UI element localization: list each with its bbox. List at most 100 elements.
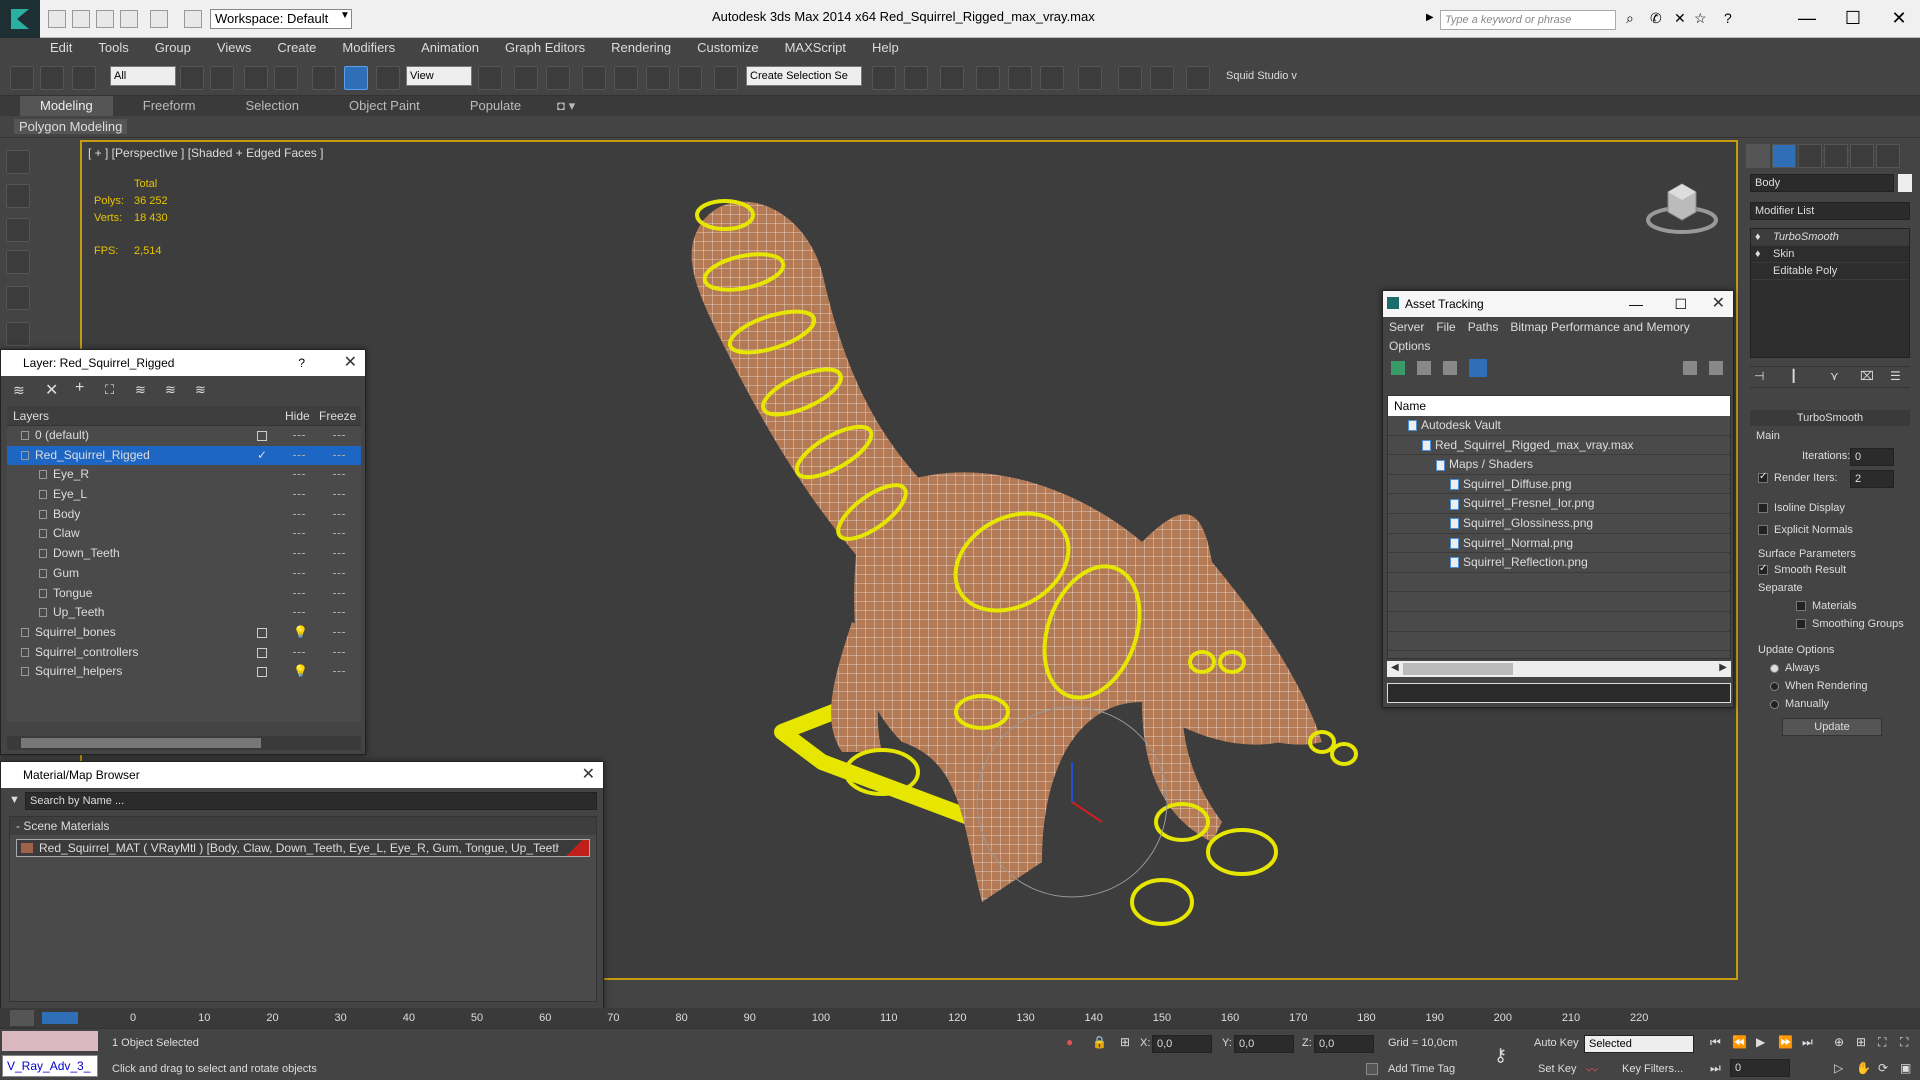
timeline-toggle-icon[interactable] (10, 1010, 34, 1026)
set-key-icon[interactable]: ⚷ (1494, 1045, 1507, 1066)
zoom-icon[interactable]: ⊕ (1834, 1035, 1844, 1049)
key-filters-button[interactable]: Key Filters... (1622, 1063, 1683, 1075)
move-icon[interactable] (312, 66, 336, 90)
utilities-tab-icon[interactable] (1876, 144, 1900, 168)
turbosmooth-rollout-header[interactable]: TurboSmooth (1750, 410, 1910, 426)
stack-item-skin[interactable]: ♦ Skin (1751, 246, 1909, 263)
thumbnail-view-icon[interactable] (1443, 361, 1457, 375)
absolute-mode-icon[interactable]: ⊞ (1120, 1035, 1130, 1049)
object-name-field[interactable]: Body (1750, 174, 1894, 192)
hide-toggle[interactable] (293, 612, 305, 614)
hide-toggle[interactable] (293, 533, 305, 535)
tab-object-paint[interactable]: Object Paint (329, 96, 440, 116)
material-item[interactable]: Red_Squirrel_MAT ( VRayMtl ) [Body, Claw… (16, 839, 590, 857)
scroll-thumb[interactable] (1403, 663, 1513, 675)
stack-item-editable-poly[interactable]: Editable Poly (1751, 263, 1909, 280)
bind-space-warp-icon[interactable] (72, 66, 96, 90)
menu-graph-editors[interactable]: Graph Editors (505, 38, 599, 58)
snaps-toggle-icon[interactable] (582, 66, 606, 90)
time-tag-icon[interactable] (1366, 1063, 1378, 1075)
key-mode-dropdown[interactable]: Selected (1584, 1035, 1694, 1053)
toggle-maximize-icon[interactable]: ▣ (1900, 1061, 1911, 1075)
maxscript-listener-icon[interactable] (2, 1031, 98, 1051)
set-key-button[interactable]: Set Key (1538, 1063, 1577, 1075)
menu-customize[interactable]: Customize (697, 38, 772, 58)
lock-selection-icon[interactable]: 🔒 (1092, 1035, 1107, 1049)
asset-settings-icon[interactable] (1709, 361, 1723, 375)
hierarchy-tab-icon[interactable] (1798, 144, 1822, 168)
hide-toggle[interactable] (293, 513, 305, 515)
freeze-toggle[interactable] (333, 631, 345, 633)
asset-menu-file[interactable]: File (1436, 317, 1455, 337)
maxscript-input[interactable]: V_Ray_Adv_3_ (2, 1055, 98, 1077)
always-radio[interactable] (1770, 663, 1779, 673)
tab-selection[interactable]: Selection (226, 96, 319, 116)
search-input[interactable]: Type a keyword or phrase (1440, 10, 1616, 30)
highlight-layer-icon[interactable]: ≋ (135, 382, 146, 398)
add-to-layer-icon[interactable]: + (75, 379, 84, 397)
spinner-snap-icon[interactable] (678, 66, 702, 90)
isolate-icon[interactable]: ● (1066, 1035, 1073, 1049)
materials-row[interactable]: Materials (1796, 600, 1857, 612)
current-layer-toggle[interactable] (257, 627, 267, 638)
close-icon[interactable]: ✕ (1876, 4, 1920, 32)
motion-tab-icon[interactable] (1824, 144, 1848, 168)
menu-rendering[interactable]: Rendering (611, 38, 685, 58)
select-object-icon[interactable] (180, 66, 204, 90)
time-slider[interactable] (42, 1012, 78, 1024)
render-iters-checkbox[interactable] (1758, 471, 1768, 484)
manually-row[interactable]: Manually (1770, 698, 1829, 710)
manually-radio[interactable] (1770, 699, 1779, 709)
display-tab-icon[interactable] (1850, 144, 1874, 168)
graphite-toggle-icon[interactable] (1008, 66, 1032, 90)
modifier-list-dropdown[interactable]: Modifier List (1750, 202, 1910, 220)
when-rendering-row[interactable]: When Rendering (1770, 680, 1868, 692)
update-button[interactable]: Update (1782, 718, 1882, 736)
layer-row[interactable]: Gum (7, 564, 361, 584)
window-crossing-icon[interactable] (274, 66, 298, 90)
materials-checkbox[interactable] (1796, 601, 1806, 612)
select-manipulate-icon[interactable] (514, 66, 538, 90)
project-folder-icon[interactable] (184, 10, 202, 28)
create-tab-icon[interactable] (1746, 144, 1770, 168)
current-layer-toggle[interactable] (257, 667, 267, 678)
hide-toggle[interactable] (293, 435, 305, 436)
help-button[interactable]: ? (298, 350, 305, 376)
column-name[interactable]: Name (1388, 396, 1730, 416)
save-file-icon[interactable] (96, 10, 114, 28)
asset-window-title[interactable]: Asset Tracking — ☐ ✕ (1383, 291, 1733, 317)
auto-key-button[interactable]: Auto Key (1534, 1037, 1579, 1049)
render-iters-spinner[interactable]: 2 (1850, 470, 1894, 488)
tab-modeling[interactable]: Modeling (20, 96, 113, 116)
smoothing-groups-row[interactable]: Smoothing Groups (1796, 618, 1904, 630)
smooth-result-row[interactable]: Smooth Result (1758, 563, 1846, 576)
asset-row[interactable]: Maps / Shaders (1388, 455, 1730, 475)
asset-row[interactable]: Squirrel_Normal.png (1388, 534, 1730, 554)
scroll-thumb[interactable] (21, 738, 261, 748)
reference-coordinate-dropdown[interactable]: View (406, 66, 472, 86)
layer-row[interactable]: Red_Squirrel_Rigged ✓ (7, 445, 361, 466)
layer-row[interactable]: Down_Teeth (7, 544, 361, 564)
selection-filter-dropdown[interactable]: All (110, 66, 176, 86)
search-expand-icon[interactable]: ▶ (1426, 12, 1434, 23)
close-icon[interactable]: ✕ (1712, 291, 1725, 317)
isoline-row[interactable]: Isoline Display (1758, 502, 1845, 514)
help-icon[interactable]: ? (1724, 10, 1732, 26)
freeze-toggle[interactable] (333, 671, 345, 673)
maximize-icon[interactable]: ☐ (1674, 291, 1687, 317)
schematic-view-icon[interactable] (1078, 66, 1102, 90)
asset-row[interactable]: Squirrel_Reflection.png (1388, 553, 1730, 573)
modify-tab-icon[interactable] (1772, 144, 1796, 168)
mirror-icon[interactable] (872, 66, 896, 90)
asset-row[interactable]: Squirrel_Diffuse.png (1388, 475, 1730, 495)
keyboard-shortcut-toggle-icon[interactable] (546, 66, 570, 90)
maximize-viewport-icon[interactable]: ⛶ (1900, 1035, 1908, 1050)
hide-toggle[interactable] (293, 494, 305, 496)
binoculars-icon[interactable]: ⌕ (1626, 10, 1634, 27)
workspace-dropdown[interactable]: Workspace: Default (210, 9, 352, 29)
asset-scrollbar[interactable]: ◀ ▶ (1387, 661, 1731, 677)
select-objects-icon[interactable]: ⛶ (105, 382, 114, 398)
freeze-toggle[interactable] (333, 651, 345, 653)
grid-icon[interactable] (6, 250, 30, 274)
exchange-icon[interactable]: ✕ (1674, 10, 1686, 27)
